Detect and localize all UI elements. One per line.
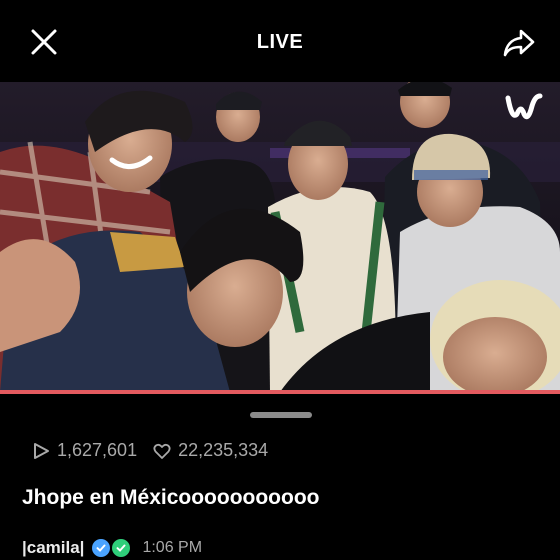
author-badges [92,539,132,557]
drag-handle[interactable] [250,412,312,418]
share-icon [503,29,535,57]
page-title: LIVE [256,31,304,53]
live-video[interactable] [0,82,560,392]
video-frame [0,82,560,392]
author-name[interactable]: |camila| [22,538,84,558]
top-bar: LIVE [0,0,560,82]
play-count: 1,627,601 [57,440,138,460]
author-row: |camila| 1:06 PM [22,538,202,558]
verified-badge-icon [92,539,111,557]
heart-icon[interactable] [153,442,171,460]
weverse-logo [505,93,543,120]
like-count: 22,235,334 [178,440,269,460]
play-icon [32,442,50,460]
video-progress-bar[interactable] [0,390,560,394]
check-badge-icon [112,539,131,557]
post-title: Jhope en Méxicooooooooooo [22,486,320,509]
stats-row: 1,627,601 22,235,334 [32,440,268,461]
share-button[interactable] [500,24,538,62]
post-time: 1:06 PM [142,539,203,556]
